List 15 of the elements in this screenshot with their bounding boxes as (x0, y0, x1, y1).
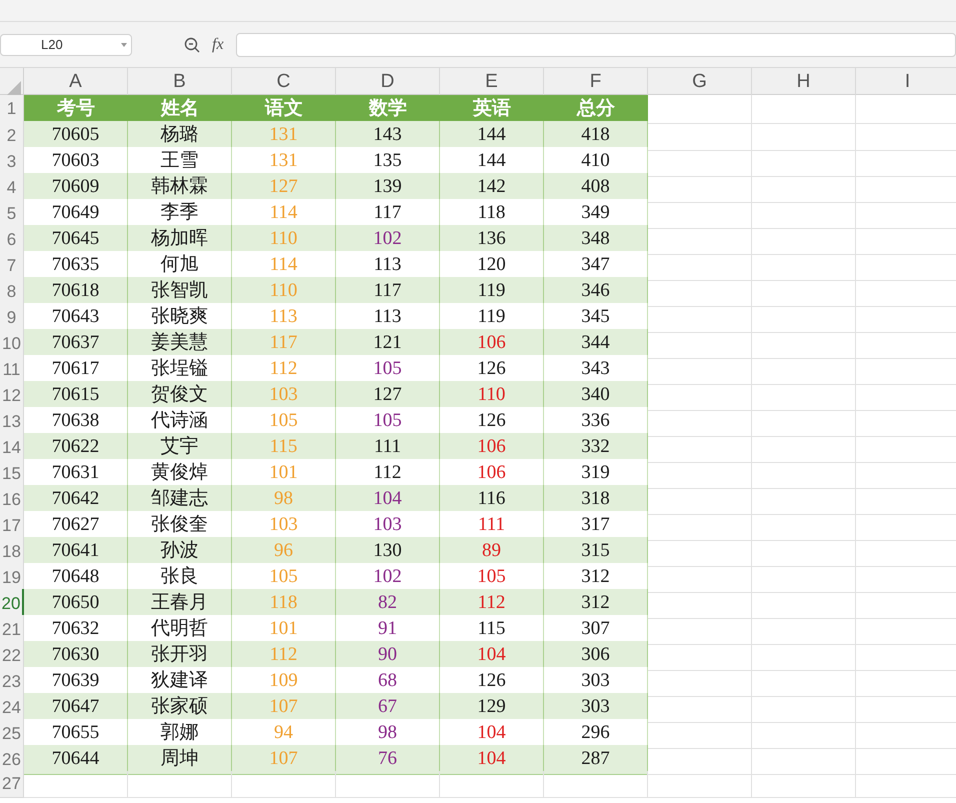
table-cell: 76 (336, 745, 440, 774)
column-header[interactable]: H (752, 68, 856, 96)
table-cell: 周坤 (128, 745, 232, 774)
table-cell: 107 (232, 745, 336, 774)
zoom-icon[interactable] (184, 36, 200, 52)
row-header[interactable]: 27 (0, 771, 24, 798)
function-button[interactable]: fx (212, 32, 224, 56)
formula-field[interactable] (236, 32, 956, 56)
table-cell: 104 (440, 745, 544, 774)
table-cell: 287 (544, 745, 648, 774)
table-cell: 70644 (24, 745, 128, 774)
name-box[interactable]: L20 (0, 34, 132, 56)
column-header[interactable]: I (856, 68, 956, 96)
dropdown-caret-icon (121, 42, 127, 46)
column-header[interactable]: G (648, 68, 752, 96)
